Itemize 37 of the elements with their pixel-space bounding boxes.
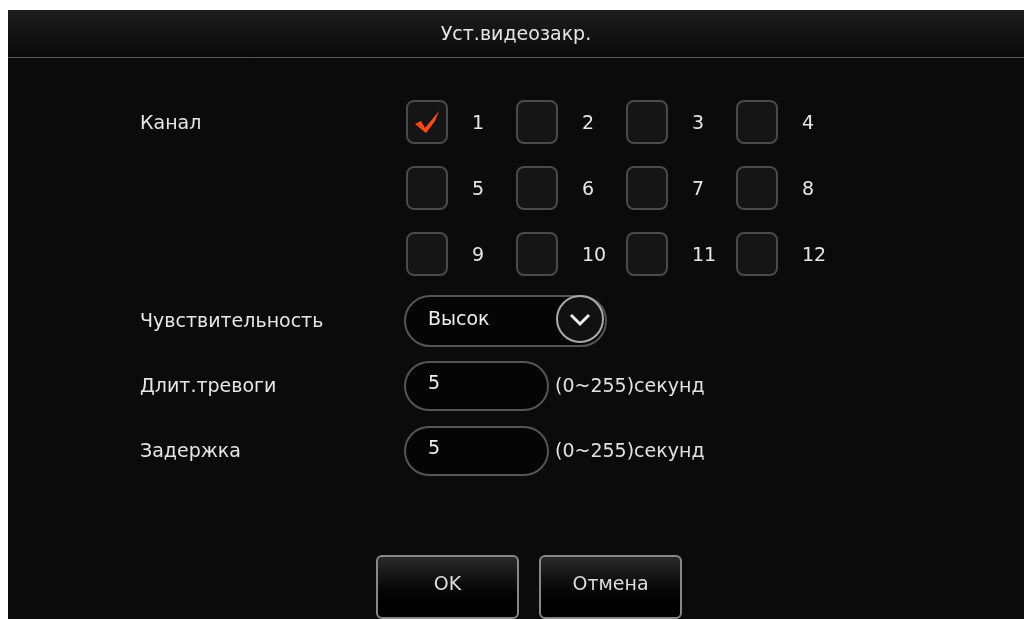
channel-number: 3 [692,109,705,135]
checkbox[interactable] [516,166,558,210]
field-label: Длит.тревоги [140,373,278,399]
channel-number: 10 [582,241,607,267]
checkbox[interactable] [626,100,668,144]
field-label: Задержка [140,438,242,464]
checkbox[interactable] [406,166,448,210]
channel-number: 9 [472,241,485,267]
channel-number: 8 [802,175,815,201]
channel-number: 11 [692,241,717,267]
range-hint: (0~255)секунд [555,373,705,399]
checkbox[interactable] [626,166,668,210]
channel-number: 5 [472,175,485,201]
channel-number: 7 [692,175,705,201]
dialog-button[interactable]: Отмена [539,555,682,619]
input-field[interactable]: 5 [404,425,549,476]
channel-number: 6 [582,175,595,201]
checkbox[interactable] [516,100,558,144]
channel-number: 12 [802,241,827,267]
checkbox[interactable] [736,232,778,276]
window-title: Уст.видеозакр. [440,21,592,47]
dialog-button[interactable]: OK [376,555,519,619]
checkbox[interactable] [516,232,558,276]
checkbox[interactable] [406,100,448,144]
checkbox[interactable] [406,232,448,276]
checkbox[interactable] [736,166,778,210]
channel-number: 1 [472,109,485,135]
channel-number: 4 [802,109,815,135]
checkbox[interactable] [626,232,668,276]
field-label: Канал [140,110,203,135]
range-hint: (0~255)секунд [555,438,705,464]
channel-number: 2 [582,109,595,135]
checkbox[interactable] [736,100,778,144]
input-field[interactable]: 5 [404,360,549,411]
chevron-down-icon [555,293,605,344]
field-label: Чувствительность [140,308,325,334]
sensitivity-dropdown[interactable]: Высок [404,294,607,347]
